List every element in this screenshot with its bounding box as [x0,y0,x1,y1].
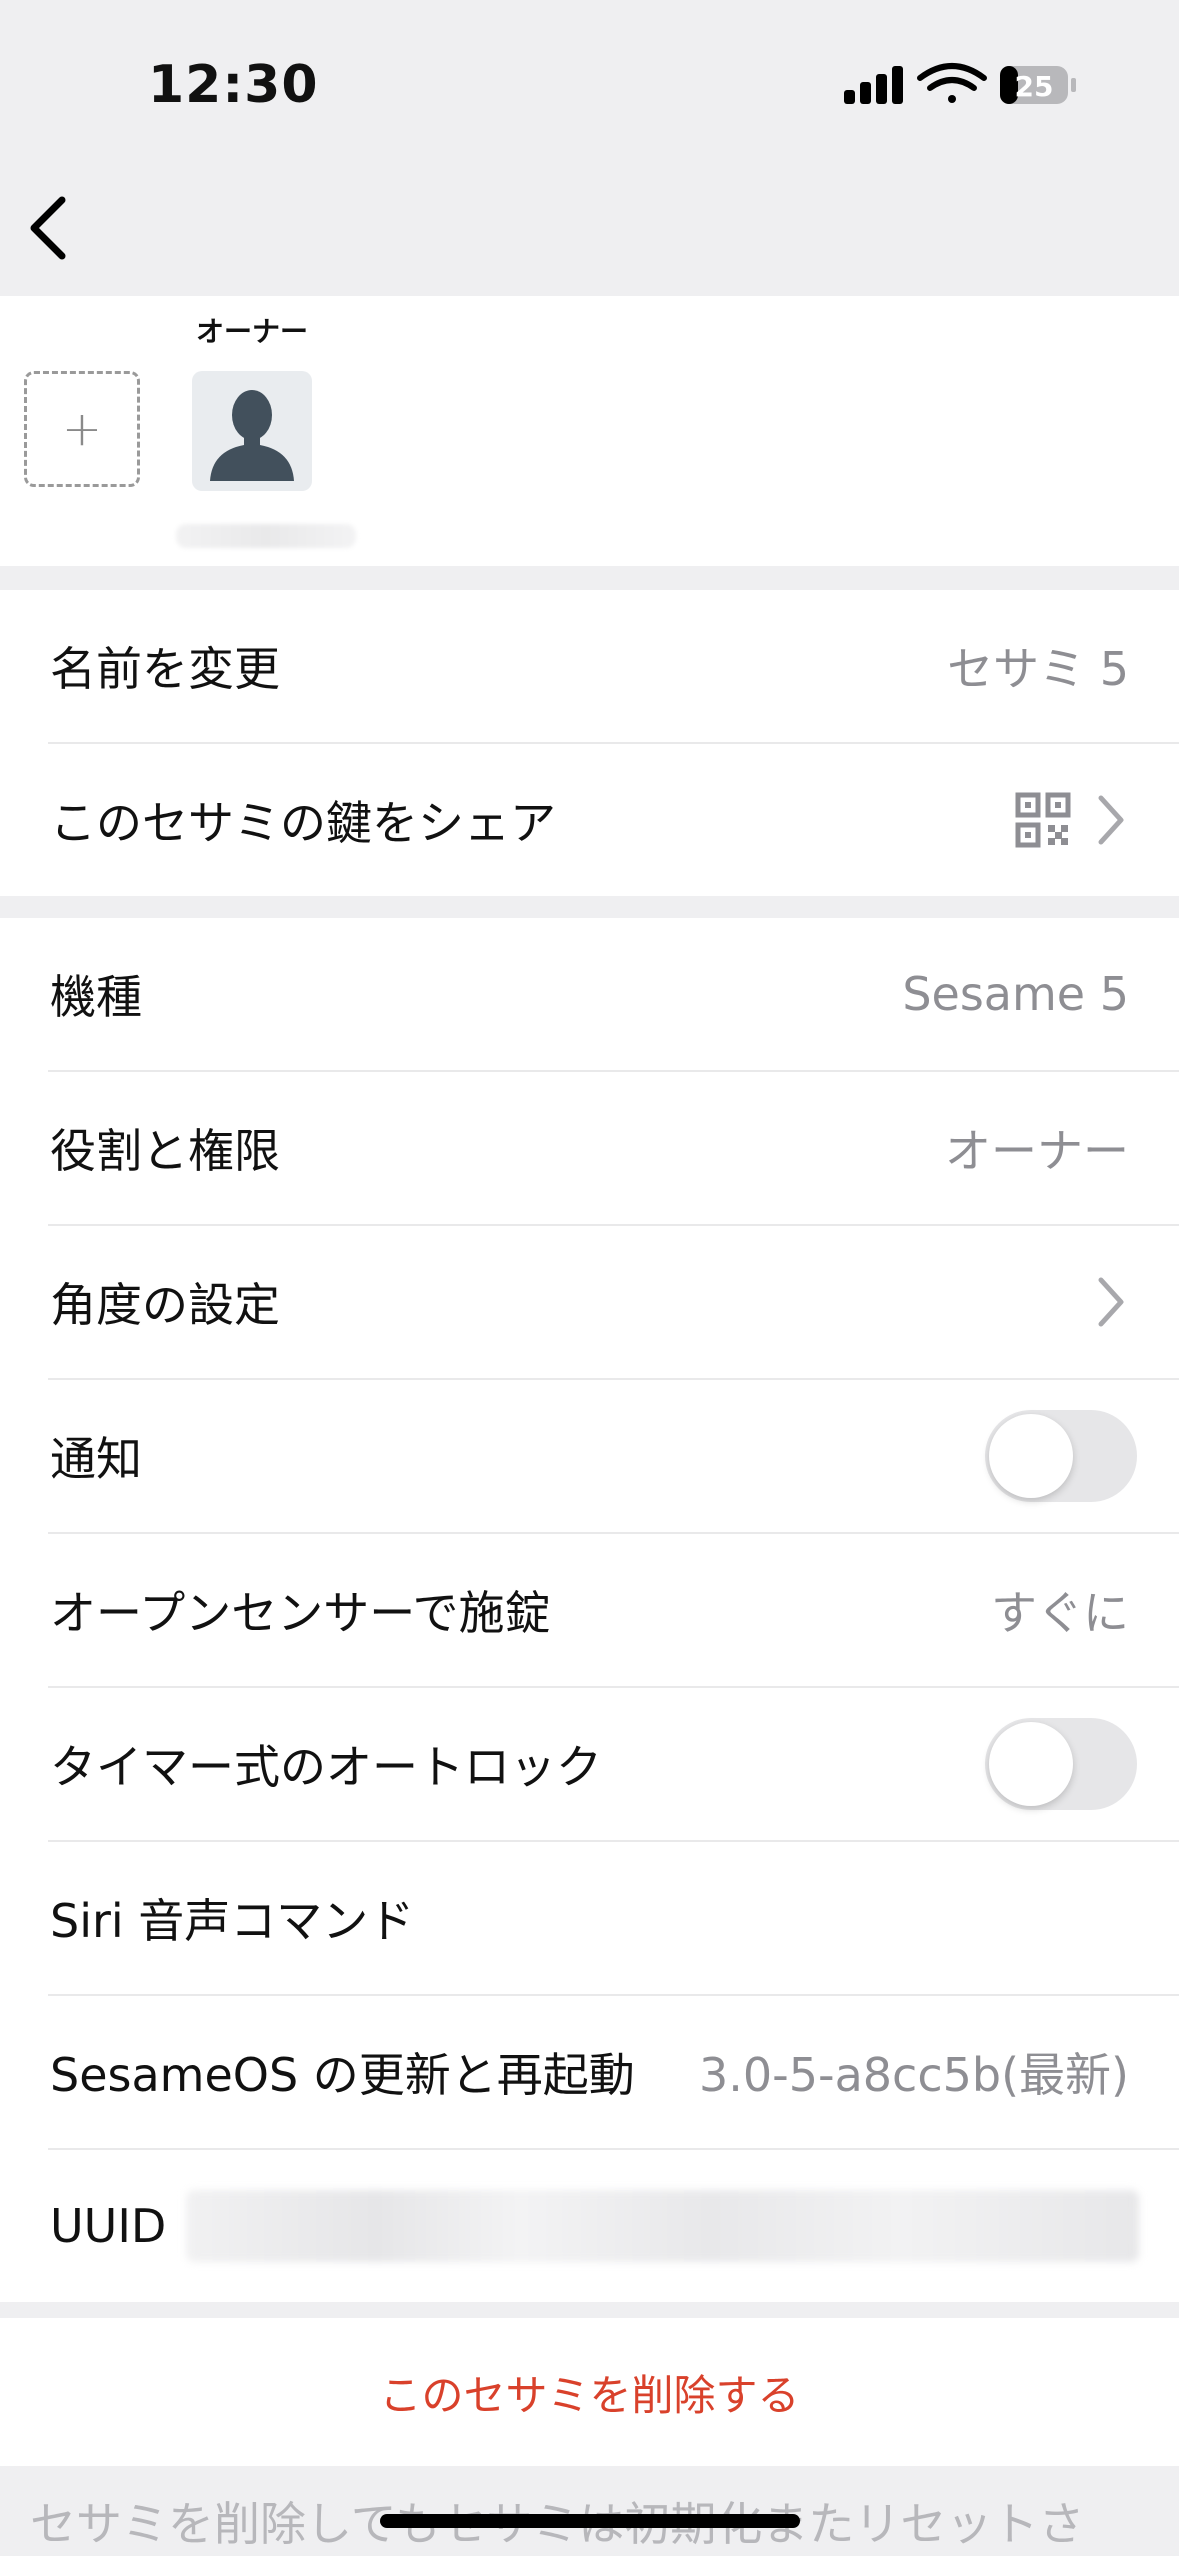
rename-label: 名前を変更 [50,642,280,696]
delete-section: このセサミを削除する [0,2318,1179,2466]
home-indicator[interactable] [380,2514,800,2528]
angle-settings-row[interactable]: 角度の設定 [48,1226,1179,1380]
add-member-button[interactable]: + [24,371,140,487]
settings-group-device: 機種 Sesame 5 役割と権限 オーナー 角度の設定 通知 オープンセンサー… [0,918,1179,2302]
toggle-knob [989,1414,1073,1498]
settings-group-key: 名前を変更 セサミ 5 このセサミの鍵をシェア [0,590,1179,896]
os-version-value: 3.0-5-a8cc5b(最新) [698,2048,1129,2102]
chevron-left-icon [30,196,66,260]
siri-command-label: Siri 音声コマンド [50,1894,415,1948]
auto-lock-label: タイマー式のオートロック [50,1740,602,1794]
notification-row: 通知 [48,1380,1179,1534]
battery-icon: 25 [1000,66,1076,104]
auto-lock-row: タイマー式のオートロック [48,1688,1179,1842]
role-value: オーナー [945,1124,1129,1178]
model-value: Sesame 5 [902,967,1129,1021]
battery-level: 25 [1015,70,1054,103]
owner-label: オーナー [196,315,309,348]
uuid-value-blurred [186,2190,1139,2262]
person-silhouette-icon [210,390,294,481]
role-label: 役割と権限 [50,1124,280,1178]
delete-sesame-button[interactable]: このセサミを削除する [379,2362,799,2423]
notification-toggle[interactable] [985,1410,1137,1502]
os-update-row[interactable]: SesameOS の更新と再起動 3.0-5-a8cc5b(最新) [48,1996,1179,2150]
uuid-row: UUID [48,2150,1179,2302]
model-row: 機種 Sesame 5 [48,918,1179,1072]
owner-avatar[interactable] [192,371,312,491]
navigation-bar [0,170,1179,295]
os-update-label: SesameOS の更新と再起動 [50,2048,635,2102]
status-icons: 25 [840,60,1080,110]
qr-code-icon [1015,792,1071,848]
owner-name-blurred [176,524,356,548]
siri-command-row[interactable]: Siri 音声コマンド [48,1842,1179,1996]
cellular-signal-icon [844,66,903,104]
back-button[interactable] [18,190,88,260]
share-key-label: このセサミの鍵をシェア [50,796,556,850]
open-sensor-lock-label: オープンセンサーで施錠 [50,1586,551,1640]
model-label: 機種 [50,970,142,1024]
open-sensor-lock-value: すぐに [991,1586,1129,1640]
members-section: オーナー + [0,296,1179,566]
toggle-knob [989,1722,1073,1806]
status-bar: 12:30 25 [0,0,1179,170]
chevron-right-icon [1098,795,1124,845]
uuid-label: UUID [50,2199,167,2253]
role-row[interactable]: 役割と権限 オーナー [48,1072,1179,1226]
notification-label: 通知 [50,1432,142,1486]
rename-value: セサミ 5 [947,642,1129,696]
plus-icon: + [61,401,103,457]
status-time: 12:30 [148,55,319,115]
share-key-row[interactable]: このセサミの鍵をシェア [48,744,1179,896]
chevron-right-icon [1098,1277,1124,1327]
wifi-icon [917,63,987,103]
angle-settings-label: 角度の設定 [50,1278,280,1332]
rename-row[interactable]: 名前を変更 セサミ 5 [48,590,1179,744]
auto-lock-toggle[interactable] [985,1718,1137,1810]
open-sensor-lock-row[interactable]: オープンセンサーで施錠 すぐに [48,1534,1179,1688]
